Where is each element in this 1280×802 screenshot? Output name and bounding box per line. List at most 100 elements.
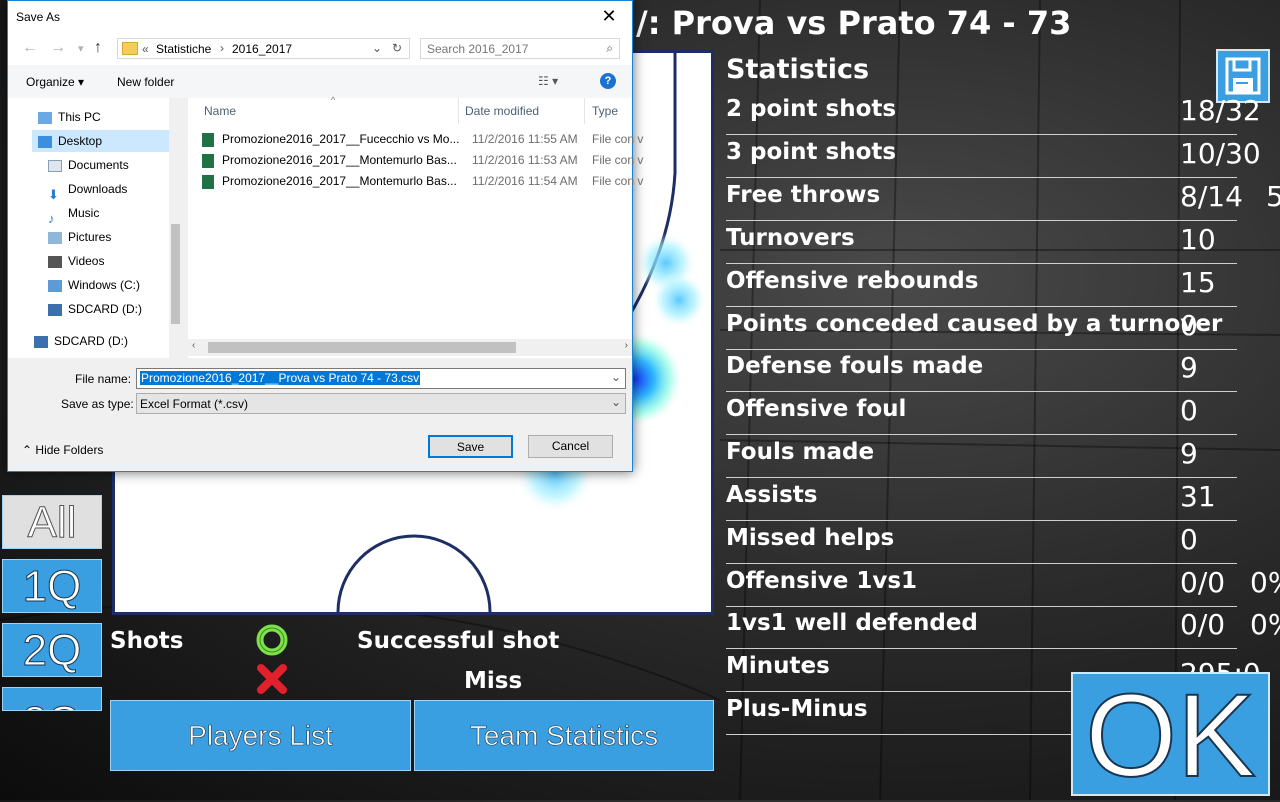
tree-item-label: Videos — [68, 254, 105, 268]
tree-item-videos[interactable]: Videos — [48, 250, 104, 272]
drive-icon — [48, 279, 62, 292]
file-row[interactable]: Promozione2016_2017__Fucecchio vs Mo... … — [202, 129, 643, 150]
search-icon[interactable]: ⌕ — [606, 41, 613, 56]
file-date: 11/2/2016 11:53 AM — [472, 153, 578, 167]
sort-up-icon: ^ — [331, 95, 336, 105]
tree-item-sdcard-d[interactable]: SDCARD (D:) — [34, 330, 128, 352]
sdcard-icon — [48, 303, 62, 316]
period-button-3q[interactable]: 3Q — [2, 687, 102, 711]
excel-file-icon — [202, 153, 214, 168]
horizontal-scrollbar[interactable]: ‹ › — [188, 339, 632, 356]
stat-extra: 0% — [1250, 566, 1280, 599]
statistics-title: Statistics — [726, 54, 870, 85]
hide-folders-toggle[interactable]: ⌃ Hide Folders — [22, 443, 103, 457]
legend-miss-label: Miss — [464, 668, 523, 694]
column-header-name[interactable]: Name — [204, 104, 236, 118]
period-button-1q[interactable]: 1Q — [2, 559, 102, 613]
save-as-type-select[interactable]: Excel Format (*.csv) ⌄ — [136, 393, 626, 414]
column-header-date[interactable]: Date modified — [465, 104, 539, 118]
tree-item-this-pc[interactable]: This PC — [38, 106, 101, 128]
period-button-all[interactable]: All — [2, 495, 102, 549]
scroll-left-icon[interactable]: ‹ — [192, 340, 195, 351]
players-list-button[interactable]: Players List — [110, 700, 411, 771]
scrollbar-thumb[interactable] — [208, 342, 516, 353]
tree-scrollbar[interactable] — [169, 98, 182, 358]
desktop-icon — [38, 135, 52, 148]
team-statistics-button[interactable]: Team Statistics — [414, 700, 714, 771]
refresh-icon[interactable]: ↻ — [392, 41, 402, 55]
breadcrumb-item[interactable]: Statistiche — [156, 42, 211, 56]
stat-label: Free throws — [726, 182, 881, 208]
period-button-2q[interactable]: 2Q — [2, 623, 102, 677]
stat-value: 10/30 — [1180, 137, 1261, 170]
up-arrow-icon[interactable]: ↑ — [94, 39, 102, 57]
stat-row: Points conceded caused by a turnover 0 — [726, 307, 1237, 350]
tree-item-downloads[interactable]: ⬇ Downloads — [48, 178, 128, 202]
file-row[interactable]: Promozione2016_2017__Montemurlo Bas... 1… — [202, 171, 643, 192]
stat-label: Offensive rebounds — [726, 268, 979, 294]
stat-label: Missed helps — [726, 525, 895, 551]
close-icon[interactable]: ✕ — [586, 1, 632, 32]
tree-item-label: SDCARD (D:) — [68, 302, 142, 316]
scroll-right-icon[interactable]: › — [625, 340, 628, 351]
stat-label: Defense fouls made — [726, 353, 984, 379]
stat-label: Offensive foul — [726, 396, 907, 422]
stat-row: 1vs1 well defended 0/0 0% — [726, 606, 1280, 649]
download-icon: ⬇ — [48, 186, 59, 202]
stat-label: Assists — [726, 482, 818, 508]
game-title: /: Prova vs Prato 74 - 73 — [636, 4, 1072, 42]
stat-value: 0 — [1180, 309, 1198, 342]
overflow-chevron-icon: « — [142, 42, 149, 56]
tree-item-label: Windows (C:) — [68, 278, 141, 292]
back-arrow-icon[interactable]: ← — [22, 39, 38, 57]
stat-value: 15 — [1180, 266, 1216, 299]
stat-extra: 0% — [1250, 608, 1280, 641]
cancel-button[interactable]: Cancel — [528, 435, 613, 458]
column-header-type[interactable]: Type — [592, 104, 618, 118]
search-input[interactable]: Search 2016_2017 ⌕ — [420, 38, 620, 59]
breadcrumb-item[interactable]: 2016_2017 — [232, 42, 292, 56]
save-button[interactable]: Save — [428, 435, 513, 458]
file-name-input[interactable]: Promozione2016_2017__Prova vs Prato 74 -… — [136, 368, 626, 389]
tree-item-windows-c[interactable]: Windows (C:) — [48, 274, 140, 296]
hide-folders-label: Hide Folders — [35, 443, 104, 457]
chevron-down-icon[interactable]: ⌄ — [611, 395, 621, 409]
tree-item-pictures[interactable]: Pictures — [48, 226, 111, 248]
file-type: File con v — [592, 153, 644, 167]
scrollbar-thumb[interactable] — [171, 224, 180, 324]
forward-arrow-icon[interactable]: → — [50, 39, 66, 57]
file-row[interactable]: Promozione2016_2017__Montemurlo Bas... 1… — [202, 150, 643, 171]
excel-file-icon — [202, 132, 214, 147]
documents-icon — [48, 159, 62, 172]
stat-row: Free throws 8/14 5 — [726, 178, 1280, 221]
new-folder-button[interactable]: New folder — [117, 75, 174, 89]
file-type: File con v — [592, 132, 644, 146]
tree-item-documents[interactable]: Documents — [48, 154, 129, 176]
ok-button[interactable]: OK — [1071, 672, 1270, 799]
file-date: 11/2/2016 11:55 AM — [472, 132, 578, 146]
stat-value: 18/32 — [1180, 94, 1261, 127]
stat-value: 31 — [1180, 480, 1216, 513]
folder-tree: This PC Desktop Documents ⬇ Downloads ♪ Mu… — [8, 98, 182, 358]
organize-button[interactable]: Organize ▾ — [26, 75, 84, 89]
tree-item-label: Downloads — [68, 182, 128, 196]
tree-item-sdcard-d[interactable]: SDCARD (D:) — [48, 298, 142, 320]
file-name: Promozione2016_2017__Montemurlo Bas... — [222, 174, 457, 188]
file-name: Promozione2016_2017__Fucecchio vs Mo... — [222, 132, 460, 146]
tree-item-desktop[interactable]: Desktop — [32, 130, 172, 152]
tree-item-label: Desktop — [58, 134, 103, 148]
file-type: File con v — [592, 174, 644, 188]
address-bar[interactable]: « Statistiche › 2016_2017 ⌄ ↻ — [117, 38, 410, 59]
tree-item-music[interactable]: ♪ Music — [48, 202, 99, 226]
stat-row: Fouls made 9 — [726, 435, 1237, 478]
chevron-down-icon[interactable]: ⌄ — [611, 370, 621, 384]
help-icon[interactable]: ? — [600, 73, 616, 89]
stat-label: Offensive 1vs1 — [726, 568, 918, 594]
stat-value: 9 — [1180, 437, 1198, 470]
view-options-icon[interactable]: ☷ ▾ — [538, 74, 558, 88]
stat-value: 0/0 — [1180, 566, 1226, 599]
success-circle-icon — [255, 623, 289, 657]
videos-icon — [48, 255, 62, 268]
chevron-down-icon[interactable]: ▾ — [78, 42, 84, 55]
chevron-down-icon[interactable]: ⌄ — [372, 41, 382, 55]
